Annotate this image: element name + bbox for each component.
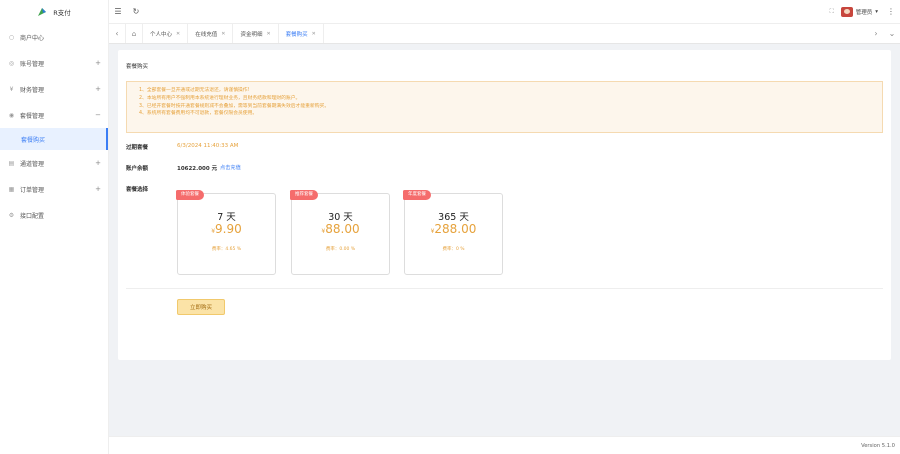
tab-prev-icon[interactable]: ‹ xyxy=(109,29,125,38)
notice-line: 1、全部套餐一旦开通或过期无法退还，请谨慎操作! xyxy=(139,88,250,93)
notice-line: 4、系统所有套餐费用均不可退款，套餐仅限会员使用。 xyxy=(139,111,258,117)
notice-line: 2、本站所有用户不强制用本系统进行理财业务，且财务结款和理财的账户。 xyxy=(139,95,301,101)
plan-days: 365 天 xyxy=(438,212,469,223)
user-icon: ◎ xyxy=(8,59,15,67)
close-icon[interactable]: ✕ xyxy=(266,31,270,37)
sidebar-item-package[interactable]: ◉ 套餐管理 − xyxy=(0,102,108,128)
divider xyxy=(126,288,883,289)
plan-price: ¥288.00 xyxy=(405,222,502,236)
notice-box: 1、全部套餐一旦开通或过期无法退还，请谨慎操作! 2、本站所有用户不强制用本系统… xyxy=(126,81,883,133)
close-icon[interactable]: ✕ xyxy=(176,31,180,37)
tab-label: 在线充值 xyxy=(195,31,218,38)
sidebar-item-label: 接口配置 xyxy=(20,212,45,220)
expand-icon: + xyxy=(95,59,101,67)
plan-price-value: 88.00 xyxy=(325,222,360,236)
plan-card-7-days[interactable]: 体验套餐 7 天 ¥9.90 费率：4.65 % xyxy=(176,190,276,275)
tab-personal-center[interactable]: 个人中心 ✕ xyxy=(143,24,189,43)
sidebar-menu: ○ 商户中心 ◎ 账号管理 + ¥ 财务管理 + ◉ 套餐管理 − 套餐购买 ▤… xyxy=(0,24,108,228)
plan-badge: 年度套餐 xyxy=(403,190,431,200)
tab-next-icon[interactable]: › xyxy=(868,29,884,38)
tab-dropdown-icon[interactable]: ⌄ xyxy=(884,29,900,38)
sidebar-item-label: 商户中心 xyxy=(20,34,45,42)
sidebar-item-label: 订单管理 xyxy=(20,186,45,194)
avatar xyxy=(840,6,853,17)
balance-label: 账户余额 xyxy=(126,166,149,172)
admin-name: 管理员 xyxy=(855,9,873,16)
version-text: Version 5.1.0 xyxy=(861,443,895,449)
package-icon: ◉ xyxy=(8,111,15,119)
expand-icon: + xyxy=(95,185,101,193)
sidebar-item-label: 套餐管理 xyxy=(20,112,45,120)
sidebar-item-finance[interactable]: ¥ 财务管理 + xyxy=(0,76,108,102)
plan-card-365-days[interactable]: 年度套餐 365 天 ¥288.00 费率：0 % xyxy=(403,190,503,275)
menu-toggle-icon[interactable]: ☰ xyxy=(109,7,127,16)
topbar: ☰ ↻ ⛶ 管理员 ▾ ⋮ xyxy=(109,0,900,24)
plan-badge: 体验套餐 xyxy=(176,190,204,200)
logo[interactable]: R支付 xyxy=(0,0,108,24)
refresh-icon[interactable]: ↻ xyxy=(127,7,145,16)
plan-price: ¥88.00 xyxy=(292,222,389,236)
tab-label: 个人中心 xyxy=(150,31,173,38)
plan-rate: 费率：0 % xyxy=(442,247,465,252)
footer: Version 5.1.0 xyxy=(109,436,900,454)
chevron-down-icon: ▾ xyxy=(875,8,878,15)
expire-value: 6/3/2024 11:40:33 AM xyxy=(177,143,239,149)
plans-label: 套餐选择 xyxy=(126,187,149,193)
tab-bar: ‹ ⌂ 个人中心 ✕ 在线充值 ✕ 资金明细 ✕ 套餐购买 ✕ › ⌄ xyxy=(109,24,900,44)
plan-price: ¥9.90 xyxy=(178,222,275,236)
sidebar: R支付 ○ 商户中心 ◎ 账号管理 + ¥ 财务管理 + ◉ 套餐管理 − 套餐… xyxy=(0,0,109,454)
home-icon: ○ xyxy=(8,33,15,41)
package-buy-card: 套餐购买 1、全部套餐一旦开通或过期无法退还，请谨慎操作! 2、本站所有用户不强… xyxy=(118,50,891,360)
more-icon[interactable]: ⋮ xyxy=(886,7,896,16)
tab-online-recharge[interactable]: 在线充值 ✕ xyxy=(188,24,234,43)
settings-icon: ⚙ xyxy=(8,211,15,219)
admin-menu[interactable]: 管理员 ▾ xyxy=(840,6,878,17)
tab-label: 资金明细 xyxy=(240,31,263,38)
sidebar-item-api-config[interactable]: ⚙ 接口配置 xyxy=(0,202,108,228)
fullscreen-icon[interactable]: ⛶ xyxy=(823,8,841,16)
plan-price-value: 9.90 xyxy=(215,222,242,236)
plan-rate: 费率：0.00 % xyxy=(325,247,356,252)
sidebar-item-channel[interactable]: ▤ 通道管理 + xyxy=(0,150,108,176)
plan-days: 7 天 xyxy=(217,212,236,223)
sidebar-item-merchant-center[interactable]: ○ 商户中心 xyxy=(0,24,108,50)
expand-icon: + xyxy=(95,85,101,93)
app-name: R支付 xyxy=(53,9,71,17)
page-title: 套餐购买 xyxy=(126,64,149,70)
sidebar-item-label: 账号管理 xyxy=(20,60,45,68)
logo-icon xyxy=(38,8,47,16)
collapse-icon: − xyxy=(95,111,101,119)
order-icon: ▦ xyxy=(8,185,15,193)
notice-line: 3、已经开套餐时按开通套餐规则减不会叠加，需等到当前套餐期满失效后才能重新购买。 xyxy=(139,103,330,109)
sidebar-item-label: 套餐购买 xyxy=(21,136,46,144)
plan-days: 30 天 xyxy=(328,212,353,223)
tab-label: 套餐购买 xyxy=(285,31,308,38)
balance-value: 10622.000 元 xyxy=(177,166,218,172)
buy-now-button[interactable]: 立即购买 xyxy=(177,299,225,315)
finance-icon: ¥ xyxy=(9,85,14,93)
sidebar-item-account[interactable]: ◎ 账号管理 + xyxy=(0,50,108,76)
plan-price-value: 288.00 xyxy=(434,222,477,236)
close-icon[interactable]: ✕ xyxy=(221,31,225,37)
close-icon[interactable]: ✕ xyxy=(312,31,316,37)
expire-label: 过期套餐 xyxy=(126,145,149,151)
sidebar-item-label: 财务管理 xyxy=(20,86,45,94)
recharge-link[interactable]: 点击充值 xyxy=(220,164,241,171)
tab-fund-details[interactable]: 资金明细 ✕ xyxy=(233,24,279,43)
expand-icon: + xyxy=(95,159,101,167)
tab-home-icon[interactable]: ⌂ xyxy=(125,24,143,43)
plan-badge: 推荐套餐 xyxy=(290,190,318,200)
tab-package-buy[interactable]: 套餐购买 ✕ xyxy=(279,24,324,43)
sidebar-item-package-buy[interactable]: 套餐购买 xyxy=(0,128,108,150)
channel-icon: ▤ xyxy=(8,159,15,167)
sidebar-item-order[interactable]: ▦ 订单管理 + xyxy=(0,176,108,202)
sidebar-item-label: 通道管理 xyxy=(20,160,45,168)
main-content: 套餐购买 1、全部套餐一旦开通或过期无法退还，请谨慎操作! 2、本站所有用户不强… xyxy=(109,44,900,436)
plan-rate: 费率：4.65 % xyxy=(211,247,242,252)
plan-card-30-days[interactable]: 推荐套餐 30 天 ¥88.00 费率：0.00 % xyxy=(290,190,390,275)
